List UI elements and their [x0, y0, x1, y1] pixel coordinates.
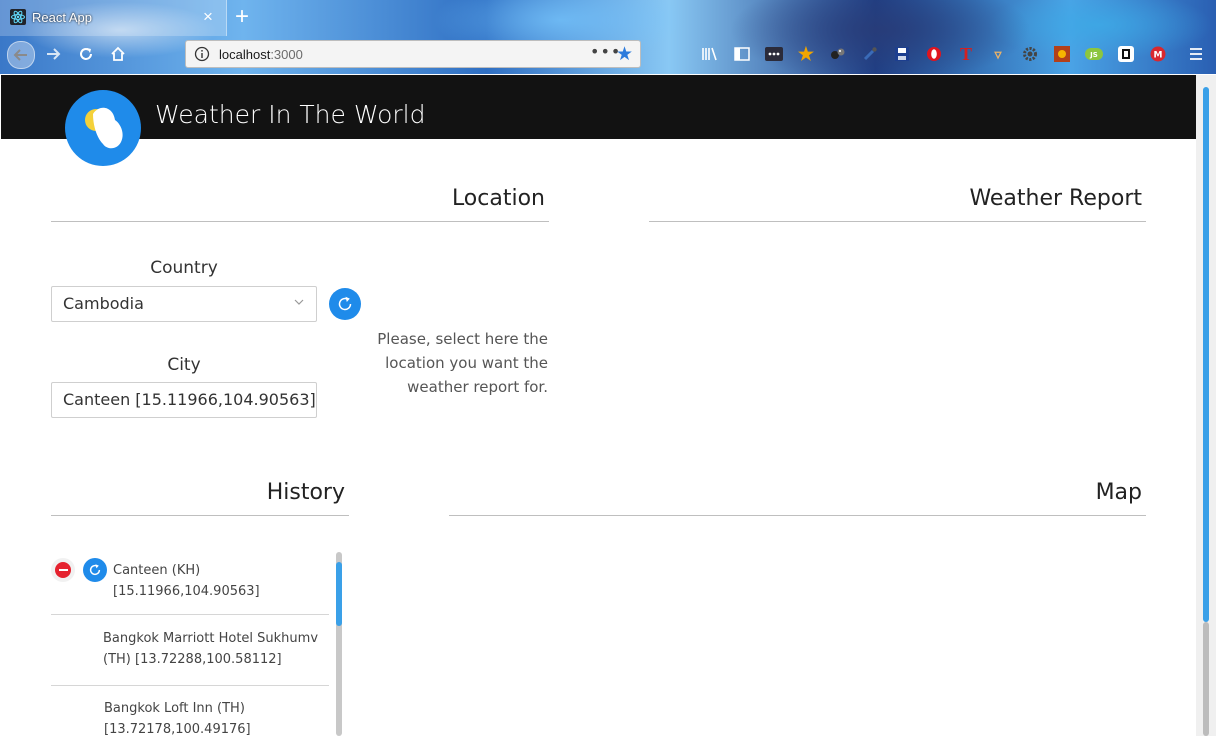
svg-text:JS: JS [1089, 51, 1098, 59]
page-scrollbar-thumb[interactable] [1203, 87, 1209, 622]
page-scrollbar-track-lower [1203, 622, 1209, 736]
menu-hamburger-icon[interactable] [1186, 44, 1206, 64]
sun-extension-icon[interactable] [1052, 44, 1072, 64]
history-list[interactable]: Canteen (KH) [15.11966,104.90563] Bangko… [51, 552, 329, 736]
dropdown-extension-icon[interactable]: ▿ [988, 44, 1008, 64]
weather-report-title: Weather Report [969, 186, 1142, 211]
link-extension-icon[interactable] [1116, 44, 1136, 64]
arrow-right-icon [47, 48, 61, 60]
history-item-text[interactable]: Bangkok Marriott Hotel Sukhumv (TH) [13.… [103, 628, 318, 670]
history-title: History [266, 480, 345, 505]
balls-extension-icon[interactable] [828, 44, 848, 64]
history-divider [51, 515, 349, 516]
home-icon [111, 46, 125, 61]
eyedropper-icon[interactable] [860, 44, 880, 64]
app-title: Weather In The World [155, 100, 426, 129]
country-select[interactable]: Cambodia [51, 286, 317, 322]
forward-button[interactable] [40, 41, 66, 67]
home-button[interactable] [105, 41, 131, 67]
opera-icon[interactable] [924, 44, 944, 64]
chevron-down-icon [294, 299, 304, 305]
history-item-text[interactable]: Canteen (KH) [15.11966,104.90563] [113, 560, 260, 602]
history-item-text[interactable]: Bangkok Loft Inn (TH) [13.72178,100.4917… [104, 698, 251, 736]
browser-tab[interactable]: React App × [0, 0, 227, 36]
history-item-name: Bangkok Marriott Hotel Sukhumv [103, 631, 319, 646]
url-port: :3000 [270, 47, 303, 62]
mega-extension-icon[interactable]: M [1148, 44, 1168, 64]
location-hint: Please, select here the location you wan… [377, 330, 548, 396]
tab-close-icon[interactable]: × [199, 7, 217, 27]
country-label: Country [150, 258, 218, 278]
minus-circle-icon [55, 562, 71, 578]
history-item-coords: [15.11966,104.90563] [113, 584, 260, 599]
url-text[interactable]: localhost:3000 [219, 47, 303, 62]
extension-dots-icon[interactable] [764, 44, 784, 64]
location-title: Location [451, 186, 545, 211]
refresh-icon [89, 564, 101, 576]
library-icon[interactable] [700, 44, 720, 64]
settings-gear-icon[interactable] [1020, 44, 1040, 64]
address-bar[interactable]: localhost:3000 ••• ★ [185, 40, 641, 68]
city-input[interactable]: Canteen [15.11966,104.90563] [51, 382, 317, 418]
weather-logo-icon [65, 90, 141, 166]
location-divider [51, 221, 549, 222]
tab-title: React App [32, 10, 92, 25]
map-divider [449, 515, 1146, 516]
reload-button[interactable] [73, 41, 99, 67]
history-item-name: Bangkok Loft Inn (TH) [104, 701, 245, 716]
bookmark-star-icon[interactable]: ★ [616, 43, 633, 65]
history-scrollbar-thumb[interactable] [336, 562, 342, 626]
new-tab-button[interactable]: + [230, 4, 254, 30]
map-title: Map [1095, 480, 1142, 505]
remove-history-button[interactable] [51, 558, 75, 582]
browser-chrome: React App × + localhost:3000 ••• ★ ★ T ▿… [0, 0, 1216, 74]
react-icon [10, 9, 26, 25]
history-item[interactable]: Canteen (KH) [15.11966,104.90563] [51, 552, 329, 615]
history-item-coords: [13.72178,100.49176] [104, 722, 251, 736]
city-label: City [167, 355, 201, 375]
sidebar-icon[interactable] [732, 44, 752, 64]
info-icon[interactable] [194, 46, 210, 62]
history-item-coords: (TH) [13.72288,100.58112] [103, 652, 282, 667]
save-extension-icon[interactable] [892, 44, 912, 64]
weather-report-divider [649, 221, 1146, 222]
js-extension-icon[interactable]: JS [1084, 44, 1104, 64]
reload-history-button[interactable] [83, 558, 107, 582]
refresh-icon [338, 296, 352, 311]
translate-t-icon[interactable]: T [956, 44, 976, 64]
country-select-value: Cambodia [63, 294, 144, 313]
history-item-name: Canteen (KH) [113, 563, 201, 578]
history-item[interactable]: Bangkok Marriott Hotel Sukhumv (TH) [13.… [51, 614, 329, 686]
history-item[interactable]: Bangkok Loft Inn (TH) [13.72178,100.4917… [51, 686, 329, 736]
arrow-left-icon [13, 49, 27, 61]
reload-icon [80, 48, 92, 60]
svg-text:M: M [1154, 51, 1163, 61]
star-extension-icon[interactable]: ★ [796, 44, 816, 64]
refresh-location-button[interactable] [329, 288, 361, 320]
url-host: localhost [219, 47, 271, 62]
back-button[interactable] [7, 41, 35, 69]
